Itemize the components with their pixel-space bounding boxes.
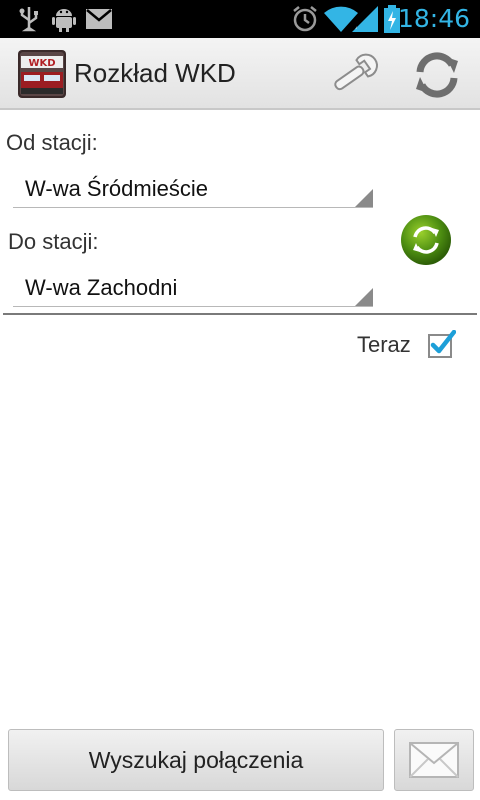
status-bar: 18:46 <box>0 0 480 38</box>
envelope-icon <box>409 742 459 778</box>
from-station-value: W-wa Śródmieście <box>25 176 208 201</box>
now-checkbox[interactable] <box>428 329 457 358</box>
android-debug-icon <box>52 9 76 32</box>
dropdown-arrow-icon <box>355 189 373 207</box>
now-label: Teraz <box>357 332 411 357</box>
spinner-underline <box>13 306 373 307</box>
refresh-icon <box>416 52 458 98</box>
settings-button[interactable] <box>326 50 382 98</box>
to-station-value: W-wa Zachodni <box>25 275 178 300</box>
section-divider <box>3 313 477 315</box>
search-connections-label: Wyszukaj połączenia <box>88 747 304 773</box>
signal-icon <box>352 6 378 32</box>
from-station-label: Od stacji: <box>6 130 98 155</box>
settings-wrench-icon <box>334 53 378 91</box>
from-station-spinner[interactable]: W-wa Śródmieście <box>13 168 373 208</box>
dropdown-arrow-icon <box>355 288 373 306</box>
clock-time: 18:46 <box>397 4 470 33</box>
search-connections-button[interactable]: Wyszukaj połączenia <box>8 729 384 791</box>
spinner-underline <box>13 207 373 208</box>
wkd-train-icon: WKD <box>18 50 66 98</box>
action-bar: WKD Rozkład WKD <box>0 38 480 110</box>
email-button[interactable] <box>394 729 474 791</box>
swap-icon <box>401 215 451 265</box>
alarm-icon <box>293 6 317 32</box>
checkmark-icon <box>428 329 457 358</box>
usb-icon <box>19 7 38 32</box>
svg-text:WKD: WKD <box>28 58 55 69</box>
swap-stations-button[interactable] <box>400 214 452 266</box>
app-logo[interactable]: WKD <box>18 50 66 98</box>
refresh-button[interactable] <box>410 48 464 102</box>
to-station-label: Do stacji: <box>8 229 99 254</box>
app-title: Rozkład WKD <box>74 58 236 88</box>
to-station-spinner[interactable]: W-wa Zachodni <box>13 267 373 307</box>
mail-notification-icon <box>86 9 112 29</box>
